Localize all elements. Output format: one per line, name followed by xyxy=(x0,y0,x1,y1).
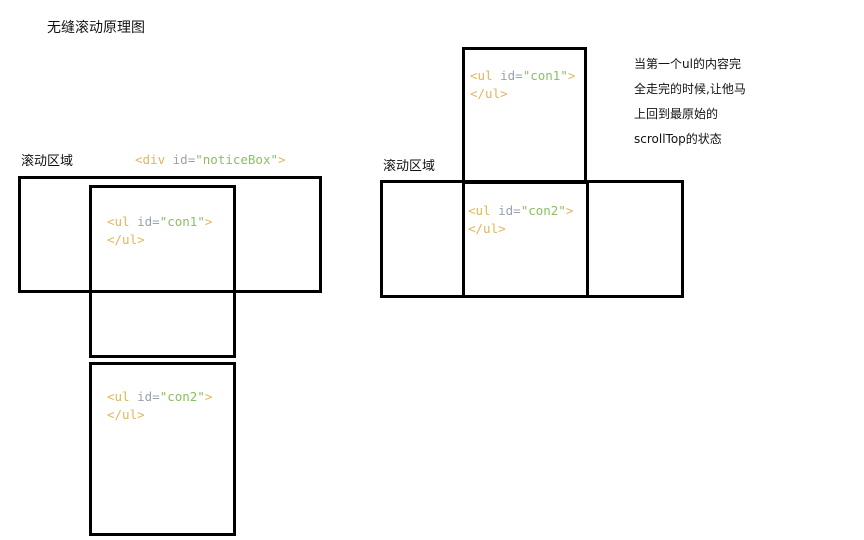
code-tag: > xyxy=(204,389,213,404)
right-ul-con2-box xyxy=(462,180,589,298)
right-ul-con2-code: <ul id="con2"> </ul> xyxy=(468,202,573,238)
note-line: 上回到最原始的 xyxy=(634,107,719,121)
code-attr: id= xyxy=(498,203,521,218)
left-container-code: <div id="noticeBox"> xyxy=(135,151,286,169)
code-close-tag: </ul> xyxy=(468,221,506,236)
code-tag: > xyxy=(204,214,213,229)
code-tag: > xyxy=(278,152,286,167)
code-attr: id= xyxy=(137,389,160,404)
right-ul-con1-code: <ul id="con1"> </ul> xyxy=(470,67,575,103)
code-attr: id= xyxy=(172,152,196,167)
code-tag: > xyxy=(565,203,574,218)
code-value: "noticeBox" xyxy=(195,152,279,167)
right-scroll-area-label: 滚动区域 xyxy=(383,159,436,174)
code-attr: id= xyxy=(137,214,160,229)
code-tag: <div xyxy=(135,152,173,167)
left-ul-con1-box xyxy=(89,185,236,358)
code-value: "con2" xyxy=(159,389,205,404)
code-tag: <ul xyxy=(107,214,138,229)
code-attr: id= xyxy=(500,68,523,83)
code-value: "con1" xyxy=(159,214,205,229)
code-tag: > xyxy=(567,68,576,83)
left-scroll-area-label: 滚动区域 xyxy=(21,154,74,169)
note-line: scrollTop的状态 xyxy=(634,132,722,146)
diagram-title: 无缝滚动原理图 xyxy=(47,20,145,36)
code-close-tag: </ul> xyxy=(107,232,145,247)
note-line: 全走完的时候,让他马 xyxy=(634,82,746,96)
left-ul-con2-code: <ul id="con2"> </ul> xyxy=(107,388,212,424)
code-tag: <ul xyxy=(468,203,499,218)
code-close-tag: </ul> xyxy=(470,86,508,101)
explanation-note: 当第一个ul的内容完 全走完的时候,让他马 上回到最原始的 scrollTop的… xyxy=(634,52,746,152)
code-tag: <ul xyxy=(470,68,501,83)
code-close-tag: </ul> xyxy=(107,407,145,422)
note-line: 当第一个ul的内容完 xyxy=(634,57,741,71)
left-ul-con1-code: <ul id="con1"> </ul> xyxy=(107,213,212,249)
code-value: "con1" xyxy=(522,68,568,83)
code-tag: <ul xyxy=(107,389,138,404)
code-value: "con2" xyxy=(520,203,566,218)
